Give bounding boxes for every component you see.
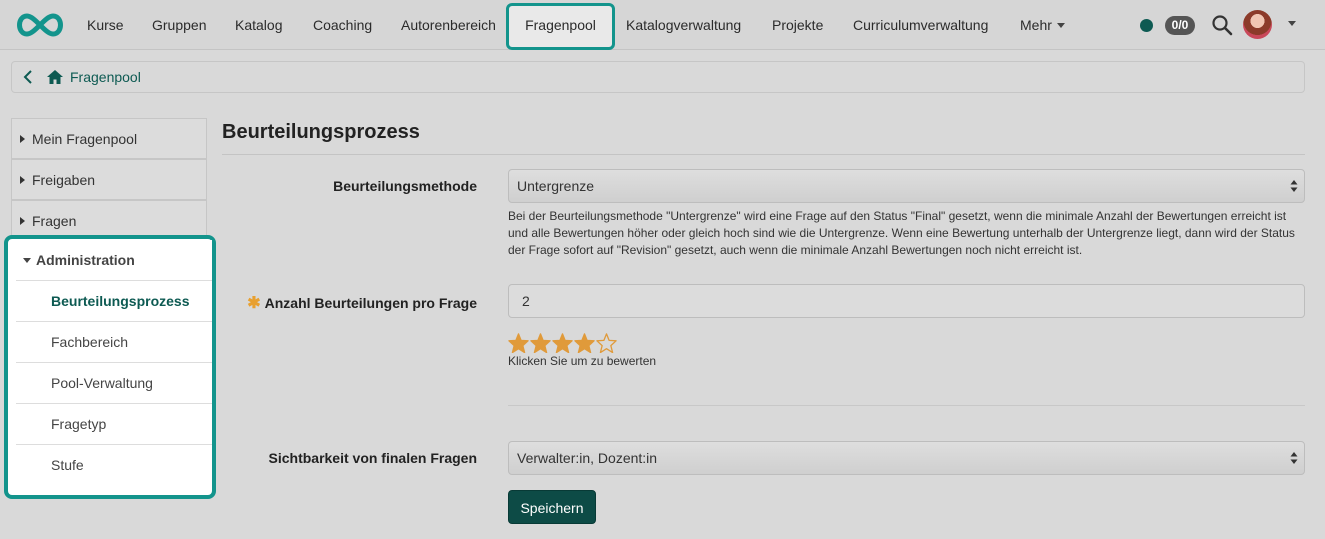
sidebar-item-fachbereich[interactable]: Fachbereich [16,322,212,363]
breadcrumb: Fragenpool [11,61,1305,93]
sidebar-item-label: Freigaben [32,172,96,188]
nav-item-fragenpool[interactable]: Fragenpool [506,3,615,47]
sidebar-item-fragetyp[interactable]: Fragetyp [16,404,212,445]
nav-item-coaching[interactable]: Coaching [313,0,372,50]
sidebar-item-mein-fragenpool[interactable]: Mein Fragenpool [11,118,207,159]
divider [508,405,1305,406]
home-icon[interactable] [46,69,64,85]
caret-right-icon [20,176,25,185]
count-input[interactable]: 2 [508,284,1305,318]
top-navigation: Kurse Gruppen Katalog Coaching Autorenbe… [0,0,1325,50]
star-filled-icon[interactable] [508,333,529,353]
visibility-label: Sichtbarkeit von finalen Fragen [268,450,478,466]
caret-right-icon [20,217,25,226]
divider [222,154,1305,155]
breadcrumb-fragenpool[interactable]: Fragenpool [70,69,141,85]
sidebar-item-freigaben[interactable]: Freigaben [11,159,207,200]
chevron-down-icon [1056,22,1065,28]
method-help-text: Bei der Beurteilungsmethode "Untergrenze… [508,209,1295,257]
method-select-value: Untergrenze [517,178,595,194]
visibility-select[interactable]: Verwalter:in, Dozent:in [508,441,1305,475]
nav-item-katalog[interactable]: Katalog [235,0,282,50]
avatar[interactable] [1243,10,1272,39]
count-label-text: Anzahl Beurteilungen pro Frage [264,295,477,311]
caret-down-icon [23,257,31,263]
notification-badge[interactable]: 0/0 [1165,16,1195,35]
star-filled-icon[interactable] [574,333,595,353]
nav-item-mehr[interactable]: Mehr [1020,0,1065,50]
administration-section: Administration Beurteilungsprozess Fachb… [4,235,216,499]
nav-item-gruppen[interactable]: Gruppen [152,0,206,50]
page-title: Beurteilungsprozess [222,121,420,143]
nav-item-projekte[interactable]: Projekte [772,0,823,50]
sidebar-item-label: Administration [36,252,135,268]
nav-item-kurse[interactable]: Kurse [87,0,124,50]
required-icon: ✱ [247,295,261,312]
method-label: Beurteilungsmethode [333,178,477,194]
select-arrows-icon [1290,180,1298,192]
star-empty-icon[interactable] [596,333,617,353]
sidebar-item-beurteilungsprozess[interactable]: Beurteilungsprozess [16,281,212,322]
rating-hint: Klicken Sie um zu bewerten [508,354,657,368]
nav-mehr-label: Mehr [1020,17,1052,33]
star-filled-icon[interactable] [530,333,551,353]
nav-item-autorenbereich[interactable]: Autorenbereich [401,0,496,50]
nav-item-curriculumverwaltung[interactable]: Curriculumverwaltung [853,0,988,50]
sidebar-item-label: Mein Fragenpool [32,131,138,147]
select-arrows-icon [1290,452,1298,464]
chevron-down-icon[interactable] [1288,21,1296,26]
star-filled-icon[interactable] [552,333,573,353]
sidebar-item-administration[interactable]: Administration [16,240,212,281]
sidebar-item-stufe[interactable]: Stufe [16,445,212,486]
online-status-icon[interactable] [1140,19,1153,32]
nav-item-katalogverwaltung[interactable]: Katalogverwaltung [626,0,741,50]
count-label: ✱ Anzahl Beurteilungen pro Frage [247,293,477,313]
sidebar-item-label: Fragen [32,213,77,229]
search-icon[interactable] [1211,14,1233,36]
method-select[interactable]: Untergrenze [508,169,1305,203]
save-button[interactable]: Speichern [508,490,596,524]
visibility-select-value: Verwalter:in, Dozent:in [517,450,658,466]
caret-right-icon [20,135,25,144]
sidebar-item-pool-verwaltung[interactable]: Pool-Verwaltung [16,363,212,404]
openolat-logo-icon[interactable] [13,11,67,39]
back-icon[interactable] [20,68,36,86]
rating-stars [508,333,617,353]
